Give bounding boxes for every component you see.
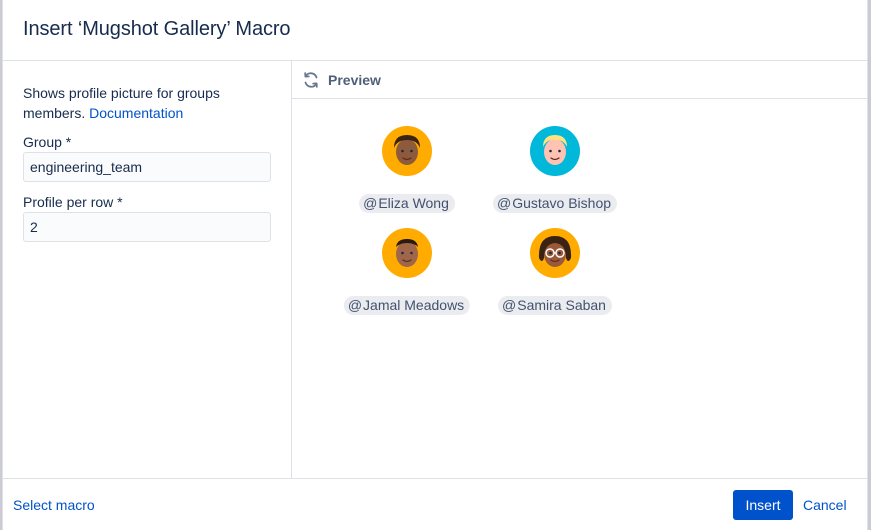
macro-parameters-panel: Shows profile picture for groups members… — [3, 61, 292, 478]
mention-at-symbol: @ — [502, 297, 517, 313]
documentation-link[interactable]: Documentation — [89, 105, 183, 121]
mention-name: Gustavo Bishop — [512, 195, 612, 211]
avatar-gustavo-icon[interactable] — [530, 126, 580, 176]
mention-name: Eliza Wong — [378, 195, 449, 211]
macro-dialog: Insert ‘Mugshot Gallery’ Macro Shows pro… — [2, 0, 868, 530]
insert-button[interactable]: Insert — [733, 490, 793, 520]
refresh-icon[interactable] — [302, 71, 320, 89]
mention-at-symbol: @ — [347, 297, 363, 313]
profile-card: @Gustavo Bishop — [480, 126, 630, 216]
preview-label: Preview — [328, 72, 381, 88]
profile-per-row-label: Profile per row * — [23, 194, 123, 210]
user-mention[interactable]: @Eliza Wong — [359, 194, 455, 213]
avatar-eliza-icon[interactable] — [382, 126, 432, 176]
select-macro-link[interactable]: Select macro — [13, 497, 95, 513]
mention-at-symbol: @ — [363, 195, 378, 211]
profile-per-row-input[interactable] — [23, 212, 271, 242]
dialog-footer: Select macro Insert Cancel — [3, 478, 867, 530]
group-label: Group * — [23, 134, 72, 150]
user-mention[interactable]: @Jamal Meadows — [343, 296, 471, 315]
cancel-button[interactable]: Cancel — [803, 497, 847, 513]
dialog-header: Insert ‘Mugshot Gallery’ Macro — [3, 0, 867, 61]
user-mention[interactable]: @Samira Saban — [498, 296, 612, 315]
preview-panel: Preview @Eliza Wong @Gustavo Bishop @Jamal… — [292, 61, 867, 478]
user-mention[interactable]: @Gustavo Bishop — [492, 194, 618, 213]
avatar-samira-icon[interactable] — [530, 228, 580, 278]
mention-name: Jamal Meadows — [363, 297, 465, 313]
macro-description: Shows profile picture for groups members… — [23, 83, 273, 123]
mention-name: Samira Saban — [517, 297, 606, 313]
mention-at-symbol: @ — [496, 195, 512, 211]
dialog-title: Insert ‘Mugshot Gallery’ Macro — [23, 18, 291, 40]
profile-card: @Eliza Wong — [332, 126, 482, 216]
preview-header: Preview — [292, 61, 867, 99]
avatar-jamal-icon[interactable] — [382, 228, 432, 278]
profile-card: @Samira Saban — [480, 228, 630, 318]
group-input[interactable] — [23, 152, 271, 182]
profile-card: @Jamal Meadows — [332, 228, 482, 318]
